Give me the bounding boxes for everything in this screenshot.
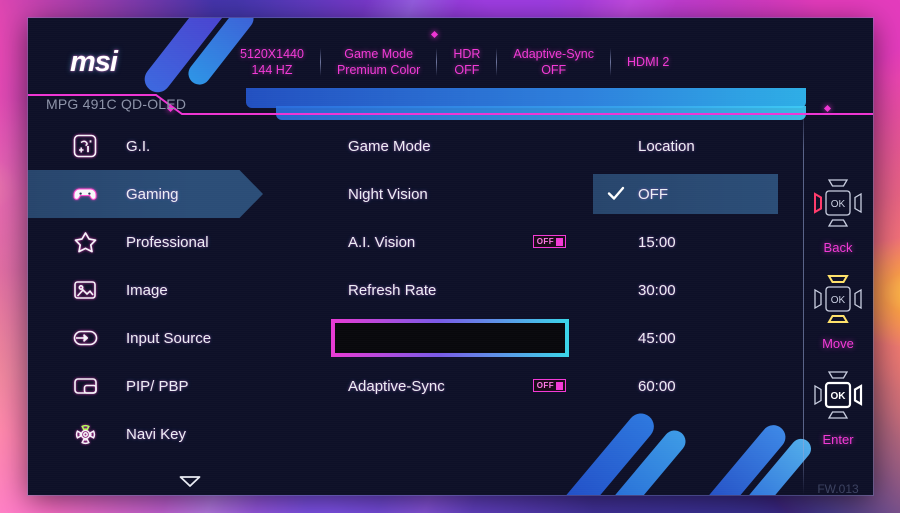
value-row-60[interactable]: 60:00 xyxy=(588,362,803,410)
sidebar-item-professional[interactable]: Professional xyxy=(28,218,278,266)
option-row-refresh-rate[interactable]: Refresh Rate xyxy=(278,266,588,314)
option-row-ai-vision[interactable]: A.I. Vision OFF xyxy=(278,218,588,266)
value-label: OFF xyxy=(638,185,668,203)
status-line-1: HDR xyxy=(453,47,481,61)
toggle-switch-knob xyxy=(556,381,563,390)
option-selection-box xyxy=(331,319,569,357)
status-badge-adaptive-sync[interactable]: OFF xyxy=(532,379,566,392)
status-item-resolution: 5120X1440 144 HZ xyxy=(224,46,320,78)
msi-logo: msi xyxy=(70,46,118,78)
navkey-legend-panel: OK Back OK Move OK Enter FW.013 xyxy=(803,102,873,495)
option-label: Adaptive-Sync xyxy=(348,377,445,395)
osd-header: msi 5120X1440 144 HZ Game Mode Premium C… xyxy=(28,18,873,90)
sidebar-item-navi-key[interactable]: Navi Key xyxy=(28,410,278,458)
input-source-icon xyxy=(68,321,102,355)
status-item-input: HDMI 2 xyxy=(611,54,685,70)
options-column: Game Mode Night Vision A.I. Vision OFF R… xyxy=(278,122,588,495)
sidebar-item-label: Gaming xyxy=(126,185,179,203)
toggle-state-label: OFF xyxy=(536,236,554,246)
status-badge-ai-vision[interactable]: OFF xyxy=(532,235,566,248)
svg-text:OK: OK xyxy=(831,295,846,306)
pip-pbp-icon xyxy=(68,369,102,403)
option-label: Night Vision xyxy=(348,185,428,203)
status-bar: 5120X1440 144 HZ Game Mode Premium Color… xyxy=(224,40,864,84)
value-label: 60:00 xyxy=(638,377,676,395)
decorative-band xyxy=(276,106,806,120)
navkey-label: Move xyxy=(822,336,854,351)
gi-icon xyxy=(68,129,102,163)
option-label: A.I. Vision xyxy=(348,233,416,251)
status-line-2: 144 HZ xyxy=(251,63,293,77)
status-line-2: Premium Color xyxy=(336,63,421,77)
svg-text:OK: OK xyxy=(831,391,847,402)
status-line-2: OFF xyxy=(454,63,480,77)
toggle-switch-knob xyxy=(556,237,563,246)
values-column-header: Location xyxy=(588,122,803,170)
gamepad-icon xyxy=(68,177,102,211)
status-line-1: Adaptive-Sync xyxy=(513,47,595,61)
navkey-move[interactable]: OK Move xyxy=(803,270,873,351)
value-row-45[interactable]: 45:00 xyxy=(588,314,803,362)
status-line-2: OFF xyxy=(541,63,567,77)
navkey-label: Enter xyxy=(822,432,854,447)
sidebar-item-label: PIP/ PBP xyxy=(126,377,189,395)
osd-panel: msi 5120X1440 144 HZ Game Mode Premium C… xyxy=(28,18,873,495)
option-label: Refresh Rate xyxy=(348,281,437,299)
sidebar-item-input-source[interactable]: Input Source xyxy=(28,314,278,362)
value-row-30[interactable]: 30:00 xyxy=(588,266,803,314)
sidebar-menu: G.I. Gaming Professional Image Input Sou… xyxy=(28,122,278,495)
star-icon xyxy=(68,225,102,259)
value-row-15[interactable]: 15:00 xyxy=(588,218,803,266)
option-label: Game Mode xyxy=(348,137,431,155)
values-column: Location OFF 15:00 30:00 45:00 60:00 xyxy=(588,122,803,495)
status-item-hdr: HDR OFF xyxy=(437,46,496,78)
option-row-night-vision[interactable]: Night Vision xyxy=(278,170,588,218)
sidebar-item-gaming[interactable]: Gaming xyxy=(28,170,278,218)
sidebar-item-label: Navi Key xyxy=(126,425,187,443)
option-row-adaptive-sync[interactable]: Adaptive-Sync OFF xyxy=(278,362,588,410)
navkey-back[interactable]: OK Back xyxy=(803,174,873,255)
accent-dot xyxy=(823,104,832,113)
sidebar-item-label: G.I. xyxy=(126,137,151,155)
sidebar-item-image[interactable]: Image xyxy=(28,266,278,314)
option-row-alarm-clock[interactable]: Alarm Clock xyxy=(278,314,588,362)
value-label: 30:00 xyxy=(638,281,676,299)
status-line-1: Game Mode xyxy=(344,47,414,61)
sidebar-item-gi[interactable]: G.I. xyxy=(28,122,278,170)
picture-icon xyxy=(68,273,102,307)
status-line-1: HDMI 2 xyxy=(627,55,670,69)
chevron-down-icon[interactable] xyxy=(178,474,202,493)
sidebar-item-label: Input Source xyxy=(126,329,212,347)
values-header-label: Location xyxy=(638,137,695,155)
sidebar-item-label: Image xyxy=(126,281,168,299)
status-line-1: 5120X1440 xyxy=(240,47,304,61)
navkey-label: Back xyxy=(823,240,853,255)
navkey-enter[interactable]: OK Enter xyxy=(803,366,873,447)
value-row-off[interactable]: OFF xyxy=(588,170,803,218)
check-icon xyxy=(606,184,626,207)
status-item-adaptive-sync: Adaptive-Sync OFF xyxy=(497,46,610,78)
svg-text:OK: OK xyxy=(831,199,846,210)
navi-key-icon xyxy=(68,417,102,451)
toggle-state-label: OFF xyxy=(536,380,554,390)
status-item-game-mode: Game Mode Premium Color xyxy=(321,46,436,78)
value-label: 45:00 xyxy=(638,329,676,347)
value-label: 15:00 xyxy=(638,233,676,251)
option-row-game-mode[interactable]: Game Mode xyxy=(278,122,588,170)
decorative-band xyxy=(246,88,806,108)
sidebar-item-pip-pbp[interactable]: PIP/ PBP xyxy=(28,362,278,410)
sidebar-item-label: Professional xyxy=(126,233,209,251)
firmware-version: FW.013 xyxy=(817,482,859,495)
model-name: MPG 491C QD-OLED xyxy=(46,96,187,112)
